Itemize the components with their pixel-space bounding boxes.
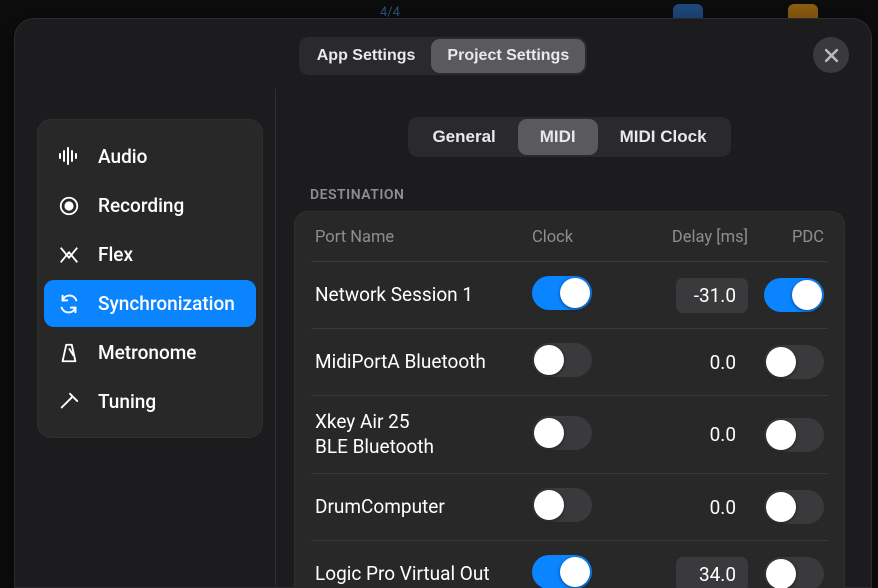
clock-cell xyxy=(532,488,622,526)
clock-cell xyxy=(532,416,622,454)
port-name: Xkey Air 25BLE Bluetooth xyxy=(315,410,526,459)
destination-row: MidiPortA Bluetooth 0.0 xyxy=(311,329,828,396)
clock-switch[interactable] xyxy=(532,488,592,522)
pdc-cell xyxy=(754,418,824,452)
top-tabs: App SettingsProject Settings xyxy=(299,37,587,75)
col-delay: Delay [ms] xyxy=(628,228,748,247)
clock-cell xyxy=(532,555,622,588)
settings-sheet: App SettingsProject Settings Audio Record… xyxy=(14,18,872,588)
top-tab-1[interactable]: Project Settings xyxy=(431,39,585,73)
flex-icon xyxy=(56,244,82,266)
destination-row: Logic Pro Virtual Out 34.0 xyxy=(311,541,828,588)
delay-value[interactable]: 34.0 xyxy=(676,557,748,588)
sheet-header: App SettingsProject Settings xyxy=(15,19,871,89)
sidebar-item-flex[interactable]: Flex xyxy=(44,231,256,278)
section-title: DESTINATION xyxy=(294,187,845,203)
sidebar-item-label: Synchronization xyxy=(98,292,235,315)
delay-cell: -31.0 xyxy=(628,278,748,313)
sidebar: Audio Recording Flex Synchronization Metrono… xyxy=(15,89,275,587)
clock-switch[interactable] xyxy=(532,416,592,450)
sidebar-item-label: Recording xyxy=(98,194,184,217)
sidebar-item-audio[interactable]: Audio xyxy=(44,132,256,180)
pdc-switch[interactable] xyxy=(764,418,824,452)
clock-switch[interactable] xyxy=(532,555,592,588)
pdc-cell xyxy=(754,557,824,588)
clock-switch[interactable] xyxy=(532,276,592,310)
destination-card: Port Name Clock Delay [ms] PDC Network S… xyxy=(294,211,845,588)
clock-cell xyxy=(532,343,622,381)
port-name: DrumComputer xyxy=(315,495,526,520)
port-name: Network Session 1 xyxy=(315,283,526,308)
sidebar-card: Audio Recording Flex Synchronization Metrono… xyxy=(37,119,263,438)
record-icon xyxy=(56,195,82,217)
delay-cell: 0.0 xyxy=(628,417,748,452)
pdc-switch[interactable] xyxy=(764,345,824,379)
sub-tab-1[interactable]: MIDI xyxy=(518,119,598,155)
clock-switch[interactable] xyxy=(532,343,592,377)
col-port: Port Name xyxy=(315,228,526,247)
delay-value: 0.0 xyxy=(710,345,748,380)
pdc-cell xyxy=(754,490,824,524)
content-pane: GeneralMIDIMIDI Clock DESTINATION Port N… xyxy=(275,89,871,587)
top-tab-0[interactable]: App Settings xyxy=(301,39,432,73)
col-clock: Clock xyxy=(532,228,622,247)
sub-tab-2[interactable]: MIDI Clock xyxy=(598,119,729,155)
delay-value: 0.0 xyxy=(710,417,748,452)
sub-tab-0[interactable]: General xyxy=(410,119,517,155)
sidebar-item-label: Tuning xyxy=(98,390,156,413)
pdc-switch[interactable] xyxy=(764,278,824,312)
delay-cell: 0.0 xyxy=(628,490,748,525)
destination-header: Port Name Clock Delay [ms] PDC xyxy=(311,212,828,262)
close-icon xyxy=(824,48,839,63)
sidebar-item-recording[interactable]: Recording xyxy=(44,182,256,229)
pdc-switch[interactable] xyxy=(764,557,824,588)
delay-value: 0.0 xyxy=(710,490,748,525)
pdc-cell xyxy=(754,278,824,312)
sidebar-item-metronome[interactable]: Metronome xyxy=(44,329,256,376)
metronome-icon xyxy=(56,342,82,364)
port-name: MidiPortA Bluetooth xyxy=(315,350,526,375)
sub-tabs-wrap: GeneralMIDIMIDI Clock xyxy=(294,117,845,157)
destination-row: Xkey Air 25BLE Bluetooth 0.0 xyxy=(311,396,828,474)
port-name: Logic Pro Virtual Out xyxy=(315,562,526,587)
sidebar-item-tuning[interactable]: Tuning xyxy=(44,378,256,425)
tuning-icon xyxy=(56,391,82,413)
sync-icon xyxy=(56,293,82,315)
destination-row: Network Session 1 -31.0 xyxy=(311,262,828,329)
delay-cell: 34.0 xyxy=(628,557,748,588)
pdc-cell xyxy=(754,345,824,379)
close-button[interactable] xyxy=(813,37,849,73)
clock-cell xyxy=(532,276,622,314)
audio-icon xyxy=(56,144,82,168)
sidebar-item-label: Metronome xyxy=(98,341,196,364)
delay-cell: 0.0 xyxy=(628,345,748,380)
sidebar-item-sync[interactable]: Synchronization xyxy=(44,280,256,327)
sidebar-item-label: Flex xyxy=(98,243,133,266)
sidebar-item-label: Audio xyxy=(98,145,147,168)
destination-row: DrumComputer 0.0 xyxy=(311,474,828,541)
col-pdc: PDC xyxy=(754,228,824,247)
sheet-body: Audio Recording Flex Synchronization Metrono… xyxy=(15,89,871,587)
sub-tabs: GeneralMIDIMIDI Clock xyxy=(408,117,730,157)
delay-value[interactable]: -31.0 xyxy=(676,278,748,313)
pdc-switch[interactable] xyxy=(764,490,824,524)
